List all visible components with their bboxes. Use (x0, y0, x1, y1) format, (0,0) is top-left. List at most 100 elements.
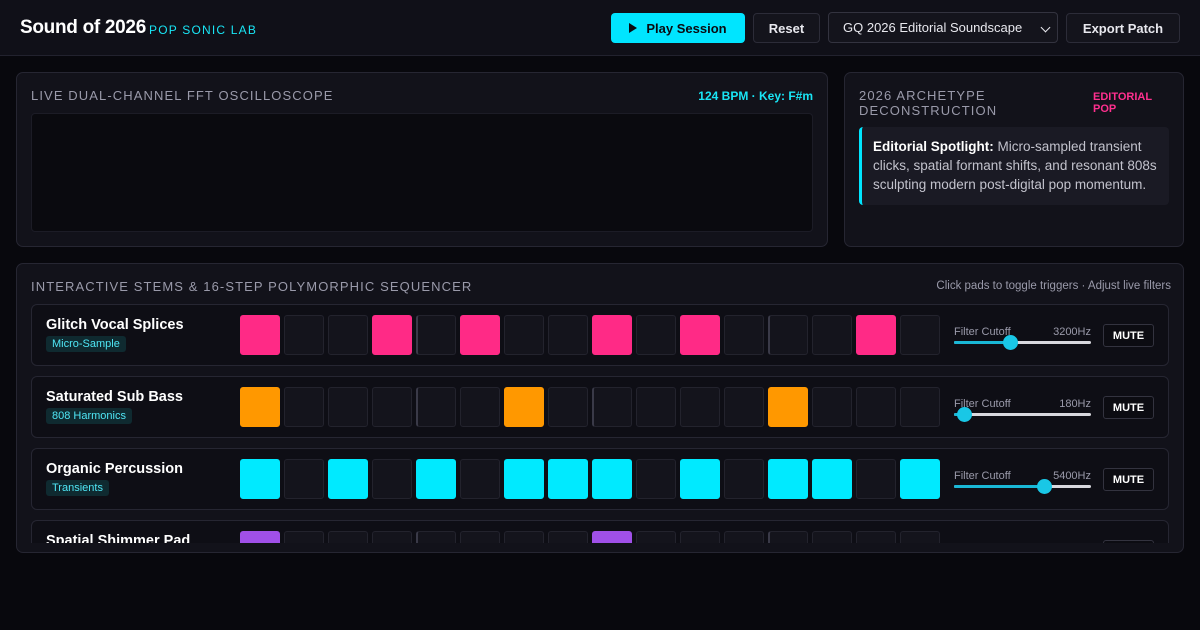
track-row: Organic Percussion Transients Filter Cutof… (31, 448, 1169, 510)
step-pad[interactable] (900, 387, 940, 427)
track-name: Spatial Shimmer Pad (46, 533, 191, 543)
step-pad[interactable] (416, 459, 456, 499)
step-pad[interactable] (900, 315, 940, 355)
track-badge: 808 Harmonics (46, 408, 132, 424)
step-pad[interactable] (856, 531, 896, 543)
step-pad[interactable] (504, 531, 544, 543)
step-pad[interactable] (900, 531, 940, 543)
step-pad[interactable] (328, 459, 368, 499)
step-pad[interactable] (724, 459, 764, 499)
oscilloscope-title: LIVE DUAL-CHANNEL FFT OSCILLOSCOPE (31, 88, 334, 103)
track-name: Saturated Sub Bass (46, 389, 183, 405)
step-pad[interactable] (548, 315, 588, 355)
step-pad[interactable] (680, 387, 720, 427)
slider-thumb[interactable] (1003, 335, 1019, 350)
step-pad[interactable] (372, 315, 412, 355)
step-pad[interactable] (328, 531, 368, 543)
filter-cutoff-value: 5400Hz (1053, 470, 1091, 482)
step-pad[interactable] (416, 315, 456, 355)
archetype-panel: 2026 ARCHETYPE DECONSTRUCTION EDITORIAL … (844, 72, 1184, 247)
preset-select[interactable]: GQ 2026 Editorial Soundscape (828, 12, 1058, 43)
step-pad[interactable] (504, 315, 544, 355)
step-pad[interactable] (548, 387, 588, 427)
step-pad[interactable] (812, 387, 852, 427)
top-bar: Sound of 2026 POP SONIC LAB Play Session… (0, 0, 1200, 56)
step-pad[interactable] (504, 459, 544, 499)
archetype-tag: EDITORIAL POP (1093, 91, 1152, 115)
slider-thumb[interactable] (1037, 479, 1053, 494)
export-patch-button[interactable]: Export Patch (1066, 13, 1180, 43)
step-pad[interactable] (856, 315, 896, 355)
step-pad[interactable] (768, 531, 808, 543)
mute-button[interactable] (1103, 540, 1154, 543)
editorial-spotlight: Editorial Spotlight: Micro-sampled trans… (859, 127, 1169, 205)
step-pad[interactable] (460, 459, 500, 499)
step-pad[interactable] (240, 459, 280, 499)
step-pad[interactable] (636, 459, 676, 499)
step-pad[interactable] (812, 315, 852, 355)
track-list: INTERACTIVE STEMS & 16-STEP POLYMORPHIC … (17, 264, 1185, 543)
step-pad[interactable] (900, 459, 940, 499)
step-pad[interactable] (856, 387, 896, 427)
mute-button[interactable]: MUTE (1103, 324, 1154, 347)
step-pad[interactable] (548, 459, 588, 499)
step-pad[interactable] (724, 315, 764, 355)
step-pad[interactable] (416, 531, 456, 543)
step-pad[interactable] (592, 531, 632, 543)
mute-button[interactable]: MUTE (1103, 468, 1154, 491)
slider-thumb[interactable] (956, 407, 972, 422)
spotlight-label: Editorial Spotlight: (873, 139, 994, 154)
step-pad[interactable] (284, 459, 324, 499)
mute-button[interactable]: MUTE (1103, 396, 1154, 419)
filter-cutoff-slider[interactable] (954, 335, 1091, 350)
step-pad[interactable] (724, 387, 764, 427)
step-pad[interactable] (240, 315, 280, 355)
step-pad[interactable] (768, 315, 808, 355)
slider-fill (954, 485, 1045, 488)
reset-button[interactable]: Reset (753, 13, 820, 43)
step-pad[interactable] (460, 531, 500, 543)
step-pad[interactable] (548, 531, 588, 543)
step-pad[interactable] (856, 459, 896, 499)
step-pad[interactable] (812, 459, 852, 499)
step-pad[interactable] (636, 531, 676, 543)
step-pad[interactable] (284, 315, 324, 355)
sequencer-hint: Click pads to toggle triggers · Adjust l… (936, 280, 1171, 292)
play-session-button[interactable]: Play Session (611, 13, 745, 43)
track-badge: Transients (46, 480, 109, 496)
step-pad[interactable] (372, 531, 412, 543)
filter-cutoff-slider[interactable] (954, 479, 1091, 494)
step-pad[interactable] (592, 315, 632, 355)
filter-cutoff-slider[interactable] (954, 407, 1091, 422)
step-pad[interactable] (680, 315, 720, 355)
step-pad[interactable] (372, 387, 412, 427)
step-pad[interactable] (328, 315, 368, 355)
play-session-label: Play Session (646, 20, 727, 36)
step-pad[interactable] (460, 387, 500, 427)
step-pad[interactable] (460, 315, 500, 355)
step-pad[interactable] (240, 387, 280, 427)
filter-cutoff-value: 3200Hz (1053, 326, 1091, 338)
archetype-title: 2026 ARCHETYPE DECONSTRUCTION (859, 88, 998, 118)
step-pad[interactable] (284, 387, 324, 427)
track-name: Organic Percussion (46, 461, 183, 477)
step-pad[interactable] (768, 459, 808, 499)
step-pad[interactable] (724, 531, 764, 543)
step-pad[interactable] (592, 387, 632, 427)
chevron-down-icon (1040, 22, 1051, 33)
step-pad[interactable] (592, 459, 632, 499)
step-pad[interactable] (284, 531, 324, 543)
step-pad[interactable] (240, 531, 280, 543)
step-pad[interactable] (416, 387, 456, 427)
step-pad[interactable] (372, 459, 412, 499)
step-pad[interactable] (680, 459, 720, 499)
step-pad[interactable] (680, 531, 720, 543)
track-badge: Micro-Sample (46, 336, 126, 352)
step-pad[interactable] (328, 387, 368, 427)
step-pad[interactable] (812, 531, 852, 543)
step-pad[interactable] (636, 315, 676, 355)
step-pad[interactable] (768, 387, 808, 427)
step-pad[interactable] (504, 387, 544, 427)
step-pad[interactable] (636, 387, 676, 427)
track-row: Spatial Shimmer Pad (31, 520, 1169, 543)
